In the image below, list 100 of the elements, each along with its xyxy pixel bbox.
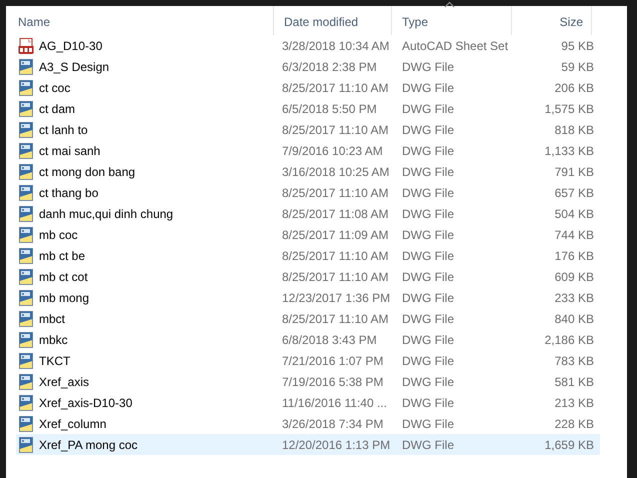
- file-name: Xref_column: [39, 416, 106, 432]
- file-date: 8/25/2017 11:10 AM: [281, 80, 390, 96]
- file-date: 11/16/2016 11:40 ...: [281, 394, 388, 412]
- file-row[interactable]: Xref_axis-D10-30 11/16/2016 11:40 ... DWG File 213 KB: [16, 392, 600, 413]
- file-type: DWG File: [401, 416, 455, 432]
- file-type: DWG File: [401, 164, 455, 180]
- file-type: AutoCAD Sheet Set: [401, 38, 510, 54]
- file-name: TKCT: [39, 352, 70, 370]
- file-date: 8/25/2017 11:10 AM: [281, 248, 390, 264]
- file-date: 3/26/2018 7:34 PM: [281, 416, 384, 432]
- file-size: 504 KB: [554, 206, 595, 222]
- file-date: 6/5/2018 5:50 PM: [281, 100, 378, 118]
- drawing-file-icon: [18, 248, 34, 264]
- file-type: DWG File: [401, 58, 455, 76]
- file-size: 2,186 KB: [544, 332, 595, 348]
- column-header[interactable]: Type: [392, 6, 512, 35]
- file-type: DWG File: [401, 332, 455, 348]
- file-row[interactable]: ct coc 8/25/2017 11:10 AM DWG File 206 KB: [16, 77, 600, 98]
- file-row[interactable]: mb coc 8/25/2017 11:09 AM DWG File 744 KB: [16, 224, 600, 245]
- file-name: mb ct be: [39, 248, 86, 264]
- file-name: Xref_axis-D10-30: [39, 394, 132, 412]
- file-date: 6/8/2018 3:43 PM: [281, 332, 378, 348]
- file-size: 1,575 KB: [544, 100, 595, 118]
- file-name: mb mong: [39, 290, 90, 306]
- drawing-file-icon: [18, 142, 34, 158]
- file-type: DWG File: [401, 290, 455, 306]
- file-date: 6/3/2018 2:38 PM: [281, 58, 378, 76]
- column-header[interactable]: Date modified: [274, 6, 392, 35]
- file-type: DWG File: [401, 352, 455, 370]
- file-size: 1,133 KB: [544, 142, 595, 160]
- file-type: DWG File: [401, 122, 455, 138]
- file-type: DWG File: [401, 184, 455, 202]
- file-name: mbct: [39, 310, 66, 328]
- drawing-file-icon: [18, 100, 34, 116]
- file-type: DWG File: [401, 80, 455, 96]
- file-size: 657 KB: [554, 184, 595, 202]
- column-header[interactable]: Name: [8, 6, 274, 35]
- file-size: 228 KB: [554, 416, 595, 432]
- file-name: AG_D10-30: [39, 38, 102, 54]
- file-row[interactable]: ct lanh to 8/25/2017 11:10 AM DWG File 818 KB: [16, 119, 600, 140]
- file-date: 8/25/2017 11:10 AM: [281, 184, 390, 202]
- file-row[interactable]: ct mong don bang 3/16/2018 10:25 AM DWG File 791 KB: [16, 161, 600, 182]
- file-row[interactable]: mb ct be 8/25/2017 11:10 AM DWG File 176 KB: [16, 245, 600, 266]
- file-type: DWG File: [401, 310, 455, 328]
- drawing-file-icon: [18, 436, 34, 452]
- file-row[interactable]: ct dam 6/5/2018 5:50 PM DWG File 1,575 KB: [16, 98, 600, 119]
- drawing-file-icon: [18, 206, 34, 222]
- file-name: ct mai sanh: [39, 142, 100, 160]
- file-row[interactable]: AG_D10-30 3/28/2018 10:34 AM AutoCAD Sheet Set 95 KB: [16, 35, 600, 56]
- file-type: DWG File: [401, 142, 455, 160]
- file-size: 1,659 KB: [544, 436, 595, 454]
- file-date: 8/25/2017 11:10 AM: [281, 268, 390, 286]
- file-row[interactable]: A3_S Design 6/3/2018 2:38 PM DWG File 59 KB: [16, 56, 600, 77]
- file-name: A3_S Design: [39, 58, 110, 76]
- drawing-file-icon: [18, 226, 34, 242]
- file-row[interactable]: TKCT 7/21/2016 1:07 PM DWG File 783 KB: [16, 350, 600, 371]
- file-row[interactable]: Xref_axis 7/19/2016 5:38 PM DWG File 581 KB: [16, 371, 600, 392]
- file-name: ct dam: [39, 100, 76, 118]
- file-date: 8/25/2017 11:09 AM: [281, 226, 390, 244]
- file-type: DWG File: [401, 226, 455, 244]
- file-row[interactable]: Xref_column 3/26/2018 7:34 PM DWG File 228 KB: [16, 413, 600, 434]
- file-date: 3/16/2018 10:25 AM: [281, 164, 390, 180]
- file-date: 12/20/2016 1:13 PM: [281, 436, 392, 454]
- file-row[interactable]: ct thang bo 8/25/2017 11:10 AM DWG File 657 KB: [16, 182, 600, 203]
- file-size: 206 KB: [554, 80, 595, 96]
- drawing-file-icon: [18, 290, 34, 306]
- drawing-file-icon: [18, 374, 34, 390]
- file-size: 744 KB: [554, 226, 595, 244]
- column-header[interactable]: Size: [512, 6, 592, 35]
- drawing-file-icon: [18, 352, 34, 368]
- file-type: DWG File: [401, 206, 455, 222]
- file-row[interactable]: mbkc 6/8/2018 3:43 PM DWG File 2,186 KB: [16, 329, 600, 350]
- file-date: 3/28/2018 10:34 AM: [281, 38, 390, 54]
- file-type: DWG File: [401, 100, 455, 118]
- file-size: 95 KB: [560, 38, 595, 54]
- file-type: DWG File: [401, 394, 455, 412]
- file-type: DWG File: [401, 268, 455, 286]
- drawing-file-icon: [18, 122, 34, 138]
- file-name: ct thang bo: [39, 184, 98, 202]
- file-name: mbkc: [39, 332, 68, 348]
- file-name: Xref_axis: [39, 374, 90, 390]
- file-row[interactable]: danh muc,qui dinh chung 8/25/2017 11:08 AM DWG File 504 KB: [16, 203, 600, 224]
- file-size: 59 KB: [560, 58, 595, 76]
- drawing-file-icon: [18, 310, 34, 326]
- file-row[interactable]: mb ct cot 8/25/2017 11:10 AM DWG File 609 KB: [16, 266, 600, 287]
- file-type: DWG File: [401, 436, 455, 454]
- file-row[interactable]: mbct 8/25/2017 11:10 AM DWG File 840 KB: [16, 308, 600, 329]
- file-size: 213 KB: [554, 394, 595, 412]
- file-date: 7/19/2016 5:38 PM: [281, 374, 384, 390]
- file-date: 7/21/2016 1:07 PM: [281, 352, 384, 370]
- file-name: ct coc: [39, 80, 70, 96]
- file-type: DWG File: [401, 374, 455, 390]
- file-row[interactable]: mb mong 12/23/2017 1:36 PM DWG File 233 KB: [16, 287, 600, 308]
- file-row[interactable]: Xref_PA mong coc 12/20/2016 1:13 PM DWG File 1,659 KB: [16, 434, 600, 455]
- file-date: 7/9/2016 10:23 AM: [281, 142, 384, 160]
- file-size: 791 KB: [554, 164, 595, 180]
- file-size: 233 KB: [554, 290, 595, 306]
- file-row[interactable]: ct mai sanh 7/9/2016 10:23 AM DWG File 1,133 KB: [16, 140, 600, 161]
- drawing-file-icon: [18, 184, 34, 200]
- file-size: 581 KB: [554, 374, 595, 390]
